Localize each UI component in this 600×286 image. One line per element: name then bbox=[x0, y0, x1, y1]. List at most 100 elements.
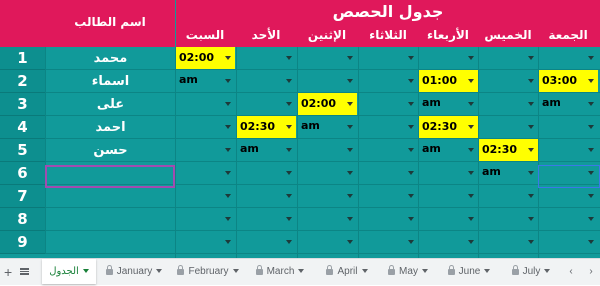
dropdown-arrow-icon[interactable] bbox=[528, 194, 534, 198]
chevron-down-icon[interactable] bbox=[156, 269, 163, 273]
dropdown-arrow-icon[interactable] bbox=[468, 171, 474, 175]
menu-icon[interactable] bbox=[20, 259, 29, 285]
sheet-tab-7[interactable]: July bbox=[505, 259, 557, 285]
dropdown-arrow-icon[interactable] bbox=[347, 217, 353, 221]
chevron-down-icon[interactable] bbox=[82, 269, 89, 273]
student-name-cell[interactable] bbox=[45, 208, 175, 231]
grid-row-line bbox=[175, 253, 600, 254]
dropdown-arrow-icon[interactable] bbox=[347, 56, 353, 60]
dropdown-arrow-icon[interactable] bbox=[347, 148, 353, 152]
dropdown-arrow-icon[interactable] bbox=[588, 194, 594, 198]
dropdown-arrow-icon[interactable] bbox=[408, 194, 414, 198]
chevron-down-icon[interactable] bbox=[298, 269, 305, 273]
dropdown-arrow-icon[interactable] bbox=[588, 56, 594, 60]
dropdown-arrow-icon[interactable] bbox=[408, 240, 414, 244]
dropdown-arrow-icon[interactable] bbox=[225, 102, 231, 106]
time-dropdown-cell[interactable]: 03:00 am bbox=[539, 70, 598, 109]
dropdown-arrow-icon[interactable] bbox=[408, 148, 414, 152]
dropdown-arrow-icon[interactable] bbox=[528, 56, 534, 60]
dropdown-arrow-icon[interactable] bbox=[468, 79, 474, 83]
student-name-cell[interactable] bbox=[45, 231, 175, 254]
dropdown-arrow-icon[interactable] bbox=[225, 125, 231, 129]
time-dropdown-cell[interactable]: 02:00 am bbox=[298, 93, 357, 132]
dropdown-arrow-icon[interactable] bbox=[468, 102, 474, 106]
plus-icon[interactable]: + bbox=[4, 259, 12, 285]
dropdown-arrow-icon[interactable] bbox=[347, 79, 353, 83]
chevron-down-icon[interactable] bbox=[232, 269, 239, 273]
dropdown-arrow-icon[interactable] bbox=[468, 240, 474, 244]
dropdown-arrow-icon[interactable] bbox=[528, 217, 534, 221]
dropdown-arrow-icon[interactable] bbox=[286, 240, 292, 244]
dropdown-arrow-icon[interactable] bbox=[286, 217, 292, 221]
sheet-tab-0[interactable]: الجدول bbox=[42, 259, 96, 284]
time-dropdown-cell[interactable]: 01:00 am bbox=[419, 70, 478, 109]
time-dropdown-cell[interactable]: 02:30 am bbox=[479, 139, 538, 178]
dropdown-arrow-icon[interactable] bbox=[347, 194, 353, 198]
scroll-left-icon[interactable]: ‹ bbox=[562, 259, 580, 285]
dropdown-arrow-icon[interactable] bbox=[286, 102, 292, 106]
dropdown-arrow-icon[interactable] bbox=[225, 56, 231, 60]
dropdown-arrow-icon[interactable] bbox=[408, 56, 414, 60]
dropdown-arrow-icon[interactable] bbox=[347, 240, 353, 244]
dropdown-arrow-icon[interactable] bbox=[588, 148, 594, 152]
dropdown-arrow-icon[interactable] bbox=[528, 240, 534, 244]
dropdown-arrow-icon[interactable] bbox=[528, 102, 534, 106]
dropdown-arrow-icon[interactable] bbox=[528, 79, 534, 83]
dropdown-arrow-icon[interactable] bbox=[408, 217, 414, 221]
dropdown-arrow-icon[interactable] bbox=[468, 56, 474, 60]
chevron-down-icon[interactable] bbox=[421, 269, 428, 273]
sheet-tab-6[interactable]: June bbox=[440, 259, 498, 285]
dropdown-arrow-icon[interactable] bbox=[468, 125, 474, 129]
dropdown-arrow-icon[interactable] bbox=[286, 56, 292, 60]
time-dropdown-cell[interactable]: 02:00 am bbox=[176, 47, 235, 86]
dropdown-arrow-icon[interactable] bbox=[286, 148, 292, 152]
dropdown-arrow-icon[interactable] bbox=[225, 217, 231, 221]
dropdown-arrow-icon[interactable] bbox=[225, 148, 231, 152]
dropdown-arrow-icon[interactable] bbox=[286, 125, 292, 129]
sheet-tab-5[interactable]: May bbox=[383, 259, 433, 285]
dropdown-arrow-icon[interactable] bbox=[588, 125, 594, 129]
dropdown-arrow-icon[interactable] bbox=[408, 79, 414, 83]
dropdown-arrow-icon[interactable] bbox=[528, 125, 534, 129]
sheet-tab-1[interactable]: January bbox=[103, 259, 165, 285]
chevron-down-icon[interactable] bbox=[484, 269, 491, 273]
student-name-cell[interactable]: محمد bbox=[45, 47, 175, 70]
student-name-cell[interactable]: على bbox=[45, 93, 175, 116]
student-name-cell[interactable] bbox=[45, 185, 175, 208]
dropdown-arrow-icon[interactable] bbox=[225, 194, 231, 198]
dropdown-arrow-icon[interactable] bbox=[588, 102, 594, 106]
dropdown-arrow-icon[interactable] bbox=[225, 171, 231, 175]
dropdown-arrow-icon[interactable] bbox=[468, 217, 474, 221]
dropdown-arrow-icon[interactable] bbox=[408, 102, 414, 106]
dropdown-arrow-icon[interactable] bbox=[408, 125, 414, 129]
dropdown-arrow-icon[interactable] bbox=[528, 171, 534, 175]
scroll-right-icon[interactable]: › bbox=[582, 259, 600, 285]
dropdown-arrow-icon[interactable] bbox=[225, 79, 231, 83]
student-name-cell[interactable]: حسن bbox=[45, 139, 175, 162]
dropdown-arrow-icon[interactable] bbox=[347, 125, 353, 129]
dropdown-arrow-icon[interactable] bbox=[225, 240, 231, 244]
dropdown-arrow-icon[interactable] bbox=[588, 79, 594, 83]
chevron-down-icon[interactable] bbox=[361, 269, 368, 273]
dropdown-arrow-icon[interactable] bbox=[347, 171, 353, 175]
dropdown-arrow-icon[interactable] bbox=[588, 217, 594, 221]
sheet-tab-2[interactable]: February bbox=[174, 259, 242, 285]
cell-selection[interactable] bbox=[538, 165, 600, 188]
dropdown-arrow-icon[interactable] bbox=[286, 194, 292, 198]
dropdown-arrow-icon[interactable] bbox=[468, 194, 474, 198]
time-dropdown-cell[interactable]: 02:30 am bbox=[419, 116, 478, 155]
chevron-down-icon[interactable] bbox=[544, 269, 551, 273]
dropdown-arrow-icon[interactable] bbox=[468, 148, 474, 152]
dropdown-arrow-icon[interactable] bbox=[286, 79, 292, 83]
student-name-cell[interactable]: احمد bbox=[45, 116, 175, 139]
dropdown-arrow-icon[interactable] bbox=[528, 148, 534, 152]
sheet-tab-4[interactable]: April bbox=[318, 259, 376, 285]
dropdown-arrow-icon[interactable] bbox=[286, 171, 292, 175]
dropdown-arrow-icon[interactable] bbox=[588, 240, 594, 244]
student-name-cell[interactable]: اسماء bbox=[45, 70, 175, 93]
dropdown-arrow-icon[interactable] bbox=[408, 171, 414, 175]
time-dropdown-cell[interactable]: 02:30 am bbox=[237, 116, 296, 155]
dropdown-arrow-icon[interactable] bbox=[347, 102, 353, 106]
name-cell-selection[interactable] bbox=[45, 165, 175, 188]
sheet-tab-3[interactable]: March bbox=[249, 259, 311, 285]
